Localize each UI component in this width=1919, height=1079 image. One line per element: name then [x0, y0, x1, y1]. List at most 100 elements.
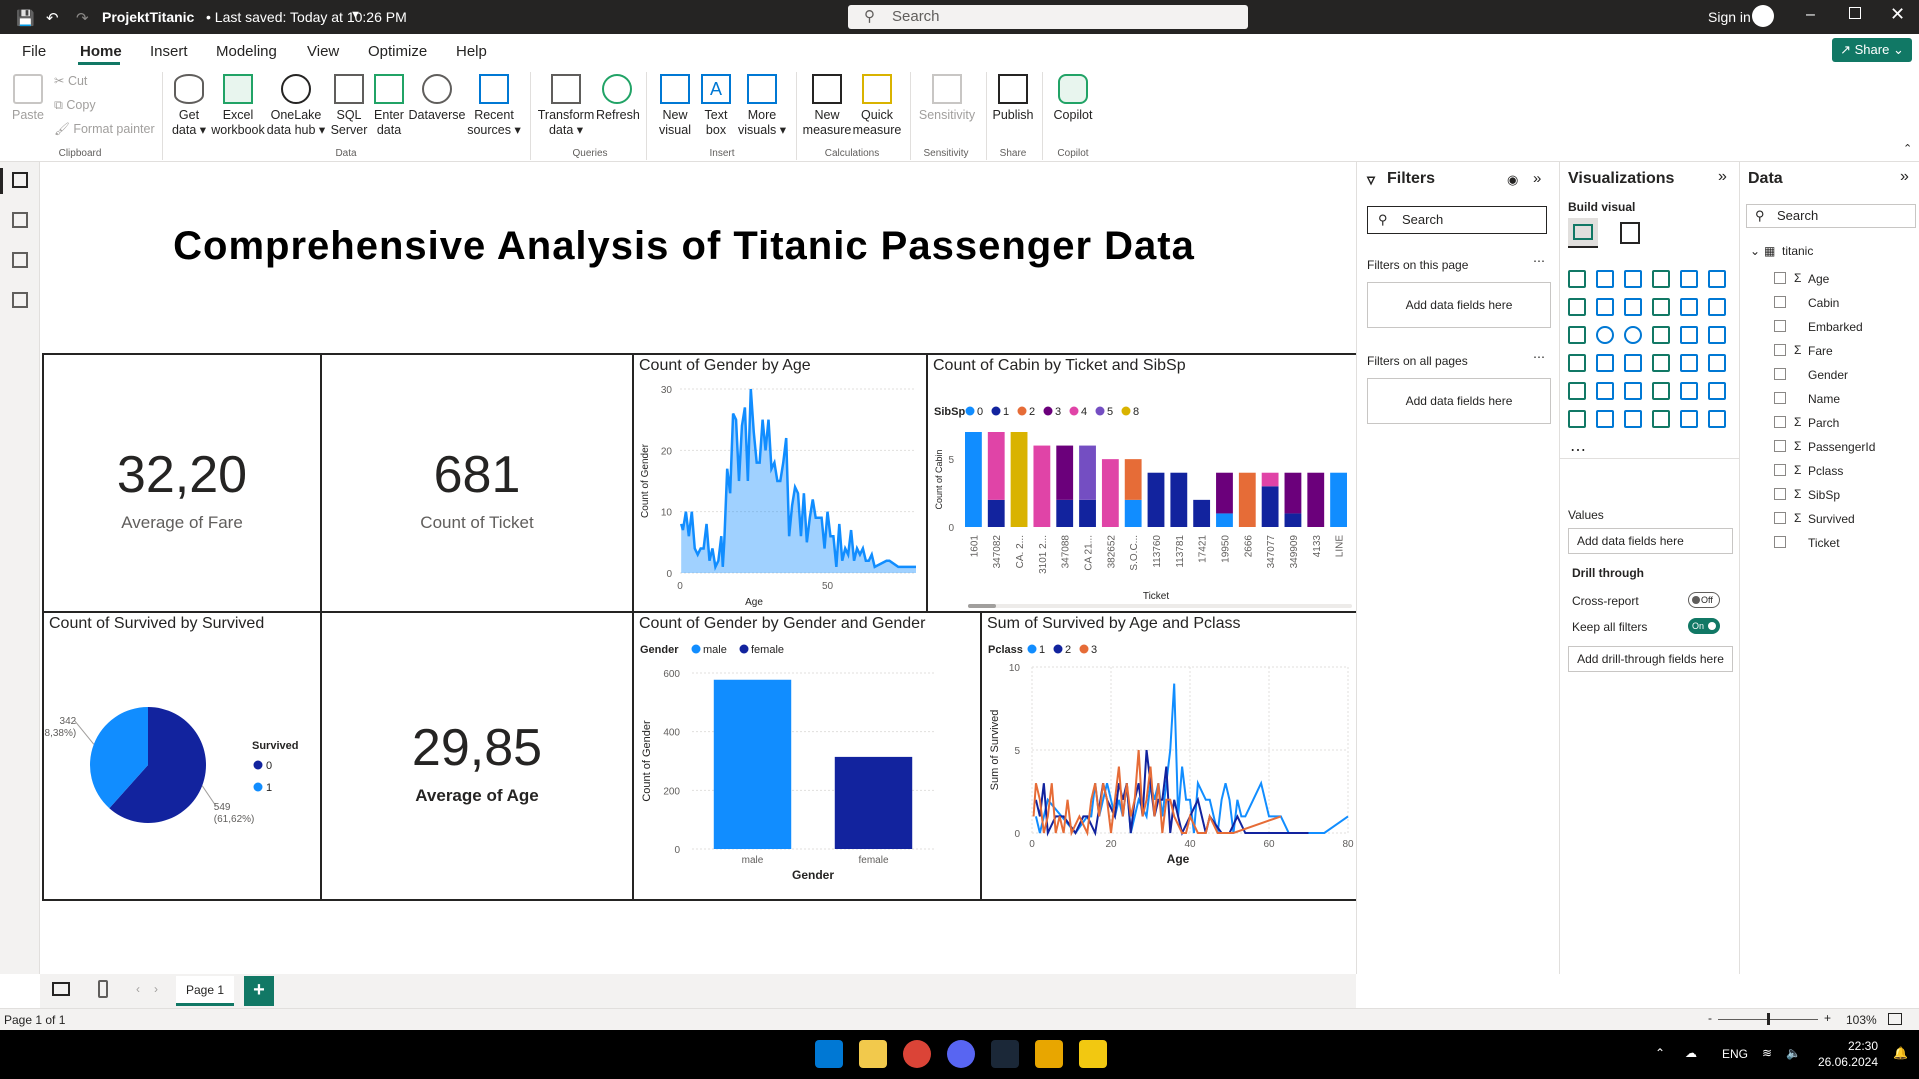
new-measure-button[interactable]: New measure	[802, 74, 852, 138]
area-icon[interactable]	[1596, 298, 1614, 316]
page-tab-1[interactable]: Page 1	[176, 976, 234, 1006]
wifi-icon[interactable]: ≋	[1762, 1046, 1772, 1060]
qa-icon[interactable]	[1568, 410, 1586, 428]
paste-button[interactable]: Paste	[10, 74, 46, 123]
maximize-icon[interactable]	[1849, 7, 1861, 19]
tray-icon[interactable]: ☁	[1685, 1046, 1697, 1060]
collapse-viz-icon[interactable]: »	[1718, 168, 1727, 186]
chevron-down-icon[interactable]: ⌄	[1750, 244, 1760, 258]
values-dropzone[interactable]: Add data fields here	[1568, 528, 1733, 554]
filters-page-dropzone[interactable]: Add data fields here	[1367, 282, 1551, 328]
table-view-icon[interactable]	[12, 212, 28, 228]
treemap-icon[interactable]	[1652, 326, 1670, 344]
share-button[interactable]: ↗ Share ⌄	[1832, 38, 1912, 62]
global-search-input[interactable]: ⚲ Search	[848, 5, 1248, 29]
funnel-icon[interactable]	[1568, 354, 1586, 372]
title-dropdown-icon[interactable]: ▼	[350, 9, 361, 21]
stacked-area-icon[interactable]	[1624, 298, 1642, 316]
scatter-icon[interactable]	[1568, 326, 1586, 344]
card-average-age[interactable]: 29,85 Average of Age	[320, 611, 634, 901]
filters-search-input[interactable]: ⚲ Search	[1367, 206, 1547, 234]
stacked-bar-visual[interactable]: Count of Cabin by Ticket and SibSp SibSp…	[926, 353, 1356, 613]
map-icon[interactable]	[1680, 326, 1698, 344]
field-row[interactable]: Embarked	[1740, 316, 1919, 338]
filters-all-dropzone[interactable]: Add data fields here	[1367, 378, 1551, 424]
zoom-in-button[interactable]: +	[1824, 1011, 1831, 1025]
tab-modeling[interactable]: Modeling	[216, 43, 277, 60]
new-visual-button[interactable]: New visual	[652, 74, 698, 138]
dataverse-button[interactable]: Dataverse	[408, 74, 466, 123]
field-row[interactable]: Σ Parch	[1740, 412, 1919, 434]
field-row[interactable]: Σ Age	[1740, 268, 1919, 290]
r-visual-icon[interactable]	[1624, 382, 1642, 400]
more-options-icon[interactable]: ⋯	[1533, 254, 1545, 268]
card-icon[interactable]	[1624, 354, 1642, 372]
field-checkbox[interactable]	[1774, 392, 1786, 404]
desktop-layout-icon[interactable]	[52, 982, 70, 996]
stacked-column-icon[interactable]	[1624, 270, 1642, 288]
collapse-data-icon[interactable]: »	[1900, 168, 1909, 186]
field-row[interactable]: Σ PassengerId	[1740, 436, 1919, 458]
excel-button[interactable]: Excel workbook	[210, 74, 266, 138]
model-view-icon[interactable]	[12, 252, 28, 268]
field-checkbox[interactable]	[1774, 344, 1786, 356]
tab-optimize[interactable]: Optimize	[368, 43, 427, 60]
filled-map-icon[interactable]	[1708, 326, 1726, 344]
gauge-icon[interactable]	[1596, 354, 1614, 372]
decomp-tree-icon[interactable]	[1708, 382, 1726, 400]
kpi-icon[interactable]	[1680, 354, 1698, 372]
more-visuals-button[interactable]: More visuals ▾	[734, 74, 790, 138]
sensitivity-button[interactable]: Sensitivity	[914, 74, 980, 123]
line-chart-visual[interactable]: Sum of Survived by Age and Pclass Pclass…	[980, 611, 1356, 901]
chrome-icon[interactable]	[903, 1040, 931, 1068]
format-visual-icon[interactable]	[1620, 222, 1640, 244]
area-chart-visual[interactable]: Count of Gender by Age 0 10 20 30 0 50 Age Coun…	[632, 353, 928, 613]
language-indicator[interactable]: ENG	[1722, 1047, 1748, 1061]
next-page-icon[interactable]: ›	[154, 982, 158, 996]
field-checkbox[interactable]	[1774, 464, 1786, 476]
field-row[interactable]: Σ Fare	[1740, 340, 1919, 362]
slicer-icon[interactable]	[1708, 354, 1726, 372]
dax-query-view-icon[interactable]	[12, 292, 28, 308]
field-row[interactable]: Cabin	[1740, 292, 1919, 314]
publish-button[interactable]: Publish	[990, 74, 1036, 123]
field-row[interactable]: Ticket	[1740, 532, 1919, 554]
text-box-button[interactable]: A Text box	[698, 74, 734, 138]
matrix-icon[interactable]	[1596, 382, 1614, 400]
add-page-button[interactable]: +	[244, 976, 274, 1006]
zoom-level[interactable]: 103%	[1846, 1013, 1877, 1027]
field-row[interactable]: Σ Survived	[1740, 508, 1919, 530]
field-row[interactable]: Σ SibSp	[1740, 484, 1919, 506]
undo-icon[interactable]: ↶	[46, 9, 59, 27]
mobile-layout-icon[interactable]	[98, 980, 108, 998]
waterfall-icon[interactable]	[1708, 298, 1726, 316]
collapse-ribbon-icon[interactable]: ⌃	[1903, 142, 1912, 155]
line-icon[interactable]	[1568, 298, 1586, 316]
card-count-ticket[interactable]: 681 Count of Ticket	[320, 353, 634, 613]
tab-view[interactable]: View	[307, 43, 339, 60]
field-checkbox[interactable]	[1774, 272, 1786, 284]
field-checkbox[interactable]	[1774, 416, 1786, 428]
save-icon[interactable]: 💾	[16, 9, 35, 27]
tab-file[interactable]: File	[22, 43, 46, 60]
field-row[interactable]: Name	[1740, 388, 1919, 410]
field-checkbox[interactable]	[1774, 320, 1786, 332]
app-icon[interactable]	[1035, 1040, 1063, 1068]
copilot-button[interactable]: Copilot	[1048, 74, 1098, 123]
field-checkbox[interactable]	[1774, 368, 1786, 380]
field-checkbox[interactable]	[1774, 296, 1786, 308]
table-name[interactable]: titanic	[1782, 244, 1813, 258]
field-row[interactable]: Gender	[1740, 364, 1919, 386]
copy-button[interactable]: ⧉ Copy	[54, 98, 96, 113]
pie-chart-visual[interactable]: Count of Survived by Survived 549 (61,62%…	[42, 611, 322, 901]
card-average-fare[interactable]: 32,20 Average of Fare	[42, 353, 322, 613]
100-column-icon[interactable]	[1708, 270, 1726, 288]
narrative-icon[interactable]	[1596, 410, 1614, 428]
fit-to-page-icon[interactable]	[1888, 1013, 1902, 1025]
more-options-icon[interactable]: ⋯	[1533, 350, 1545, 364]
onelake-button[interactable]: OneLake data hub ▾	[266, 74, 326, 138]
minimize-icon[interactable]: –	[1806, 6, 1815, 24]
sign-in-link[interactable]: Sign in	[1708, 9, 1751, 25]
more-icon[interactable]	[1708, 410, 1726, 428]
build-visual-tab[interactable]	[1568, 218, 1598, 248]
